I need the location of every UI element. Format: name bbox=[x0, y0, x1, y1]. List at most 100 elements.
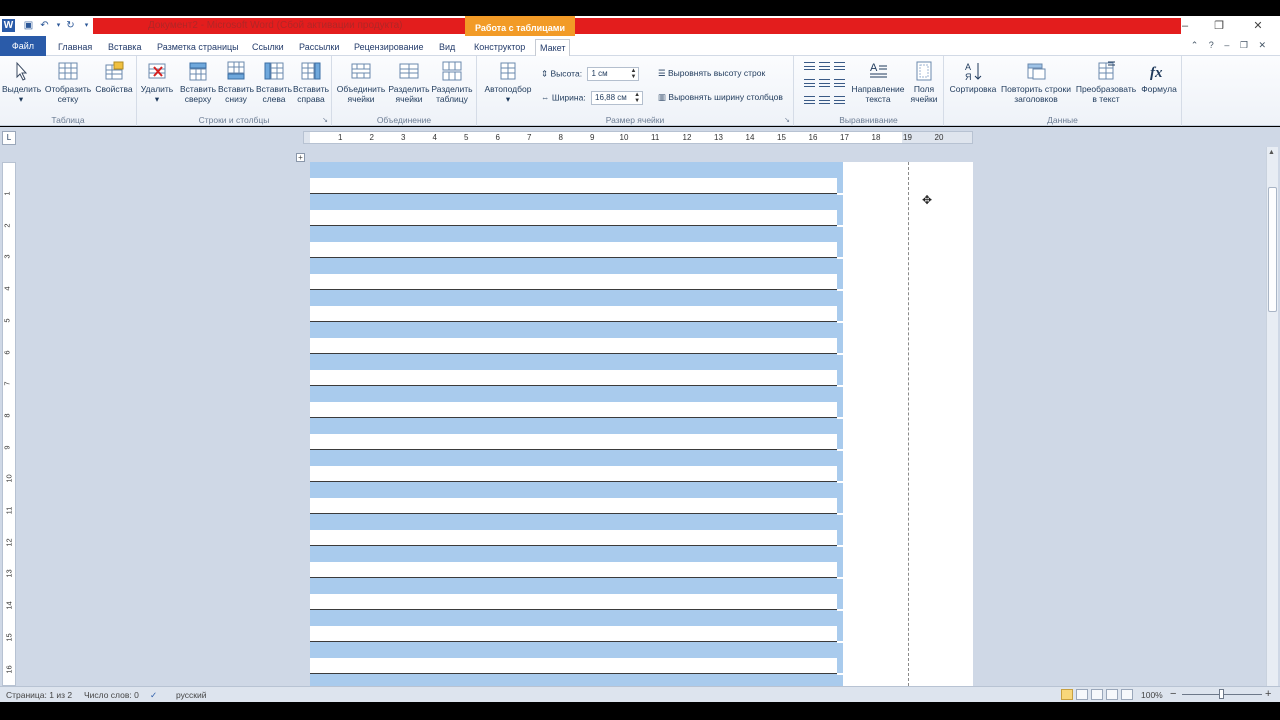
table-move-handle-icon[interactable]: + bbox=[296, 153, 305, 162]
scroll-up-icon[interactable]: ▲ bbox=[1268, 149, 1275, 156]
table-row[interactable] bbox=[310, 194, 837, 226]
close-doc-icon[interactable]: ✕ bbox=[1258, 40, 1266, 50]
table-row[interactable] bbox=[310, 418, 837, 450]
close-icon[interactable]: ✕ bbox=[1247, 18, 1269, 34]
align-top-center-icon[interactable] bbox=[819, 62, 830, 70]
help-icon[interactable]: ? bbox=[1209, 40, 1214, 50]
tab-design[interactable]: Конструктор bbox=[470, 39, 529, 56]
print-layout-view-icon[interactable] bbox=[1061, 689, 1073, 700]
zoom-out-button[interactable]: − bbox=[1170, 688, 1176, 700]
merge-cells-button[interactable]: Объединить ячейки bbox=[336, 60, 386, 104]
word-logo-icon[interactable]: W bbox=[2, 19, 15, 32]
dialog-launcher-icon[interactable]: ↘ bbox=[322, 116, 328, 124]
formula-button[interactable]: fx Формула bbox=[1140, 60, 1178, 94]
min-doc-icon[interactable]: – bbox=[1224, 40, 1229, 50]
tab-insert[interactable]: Вставка bbox=[104, 39, 145, 56]
redo-icon[interactable]: ↻ bbox=[64, 19, 77, 32]
distribute-cols-button[interactable]: ▥ Выровнять ширину столбцов bbox=[658, 92, 783, 103]
insert-below-button[interactable]: Вставить снизу bbox=[217, 60, 255, 104]
view-gridlines-button[interactable]: Отобразить сетку bbox=[43, 60, 93, 104]
align-top-left-icon[interactable] bbox=[804, 62, 815, 70]
align-bottom-left-icon[interactable] bbox=[804, 96, 815, 104]
language[interactable]: русский bbox=[176, 690, 207, 700]
table-row[interactable] bbox=[310, 226, 837, 258]
tab-references[interactable]: Ссылки bbox=[248, 39, 288, 56]
tab-selector[interactable]: L bbox=[2, 131, 16, 145]
align-middle-center-icon[interactable] bbox=[819, 79, 830, 87]
draft-view-icon[interactable] bbox=[1121, 689, 1133, 700]
spinner-arrows-icon[interactable]: ▲ ▼ bbox=[630, 68, 636, 80]
zoom-in-button[interactable]: + bbox=[1265, 688, 1271, 700]
table-row[interactable] bbox=[310, 450, 837, 482]
document-page[interactable]: ✥ bbox=[310, 162, 973, 686]
split-cells-button[interactable]: Разделить ячейки bbox=[388, 60, 430, 104]
table-row[interactable] bbox=[310, 578, 837, 610]
align-middle-left-icon[interactable] bbox=[804, 79, 815, 87]
table-row[interactable] bbox=[310, 610, 837, 642]
tab-view[interactable]: Вид bbox=[435, 39, 459, 56]
table-row[interactable] bbox=[310, 258, 837, 290]
minimize-ribbon-icon[interactable]: ⌃ bbox=[1191, 40, 1199, 50]
table-row[interactable] bbox=[310, 642, 837, 674]
page-count[interactable]: Страница: 1 из 2 bbox=[6, 690, 72, 700]
horizontal-ruler[interactable]: 1 2 3 4 5 6 7 8 9 10 11 12 13 14 15 16 17 18 19 20 bbox=[303, 131, 973, 144]
selected-cell-highlight bbox=[310, 354, 837, 370]
zoom-slider-thumb[interactable] bbox=[1219, 689, 1224, 699]
repeat-header-rows-button[interactable]: Повторить строки заголовков bbox=[1000, 60, 1072, 104]
dialog-launcher-icon[interactable]: ↘ bbox=[784, 116, 790, 124]
align-bottom-center-icon[interactable] bbox=[819, 96, 830, 104]
cell-margins-button[interactable]: Поля ячейки bbox=[906, 60, 942, 104]
table-row[interactable] bbox=[310, 546, 837, 578]
spinner-arrows-icon[interactable]: ▲ ▼ bbox=[634, 92, 640, 104]
scroll-thumb[interactable] bbox=[1268, 187, 1277, 312]
table-row[interactable] bbox=[310, 322, 837, 354]
table[interactable] bbox=[310, 162, 837, 686]
table-row[interactable] bbox=[310, 386, 837, 418]
web-layout-view-icon[interactable] bbox=[1091, 689, 1103, 700]
vertical-scrollbar[interactable]: ▲ bbox=[1266, 147, 1278, 686]
tab-file[interactable]: Файл bbox=[0, 36, 46, 56]
spell-check-icon[interactable]: ✓ bbox=[150, 690, 157, 701]
zoom-level[interactable]: 100% bbox=[1141, 690, 1163, 700]
insert-right-button[interactable]: Вставить справа bbox=[292, 60, 330, 104]
tab-review[interactable]: Рецензирование bbox=[350, 39, 428, 56]
width-spinner[interactable]: 16,88 см ▲ ▼ bbox=[591, 91, 644, 105]
tab-page-layout[interactable]: Разметка страницы bbox=[153, 39, 243, 56]
table-row[interactable] bbox=[310, 514, 837, 546]
sort-button[interactable]: AЯ Сортировка bbox=[946, 60, 1000, 94]
table-row[interactable] bbox=[310, 354, 837, 386]
word-count[interactable]: Число слов: 0 bbox=[84, 690, 139, 700]
select-button[interactable]: Выделить ▾ bbox=[2, 60, 41, 104]
align-top-right-icon[interactable] bbox=[834, 62, 845, 70]
insert-above-button[interactable]: Вставить сверху bbox=[179, 60, 217, 104]
autofit-button[interactable]: Автоподбор ▾ bbox=[480, 60, 536, 104]
restore-icon[interactable]: ❐ bbox=[1208, 18, 1230, 34]
split-table-button[interactable]: Разделить таблицу bbox=[431, 60, 473, 104]
table-row[interactable] bbox=[310, 674, 837, 686]
customize-icon[interactable]: ▾ bbox=[80, 19, 93, 32]
undo-icon[interactable]: ↶ bbox=[38, 19, 51, 32]
vertical-ruler[interactable]: 1 2 3 4 5 6 7 8 9 10 11 12 13 14 15 16 bbox=[2, 162, 16, 686]
minimize-icon[interactable]: – bbox=[1174, 18, 1196, 34]
table-row[interactable] bbox=[310, 162, 837, 194]
properties-button[interactable]: Свойства bbox=[94, 60, 134, 94]
convert-to-text-button[interactable]: Преобразовать в текст bbox=[1074, 60, 1138, 104]
tab-home[interactable]: Главная bbox=[54, 39, 96, 56]
full-screen-view-icon[interactable] bbox=[1076, 689, 1088, 700]
align-middle-right-icon[interactable] bbox=[834, 79, 845, 87]
tab-layout[interactable]: Макет bbox=[535, 39, 571, 56]
align-bottom-right-icon[interactable] bbox=[834, 96, 845, 104]
distribute-rows-button[interactable]: ☰ Выровнять высоту строк bbox=[658, 68, 765, 79]
text-direction-button[interactable]: A Направление текста bbox=[850, 60, 906, 104]
insert-left-button[interactable]: Вставить слева bbox=[255, 60, 293, 104]
restore-doc-icon[interactable]: ❐ bbox=[1240, 40, 1248, 50]
tab-mailings[interactable]: Рассылки bbox=[295, 39, 343, 56]
alignment-grid[interactable] bbox=[802, 62, 848, 113]
outline-view-icon[interactable] bbox=[1106, 689, 1118, 700]
save-icon[interactable]: ▣ bbox=[22, 19, 35, 32]
height-row: ⇕ Высота: 1 см ▲ ▼ bbox=[541, 67, 640, 81]
table-row[interactable] bbox=[310, 290, 837, 322]
table-row[interactable] bbox=[310, 482, 837, 514]
height-spinner[interactable]: 1 см ▲ ▼ bbox=[587, 67, 640, 81]
delete-button[interactable]: Удалить ▾ bbox=[140, 60, 174, 104]
